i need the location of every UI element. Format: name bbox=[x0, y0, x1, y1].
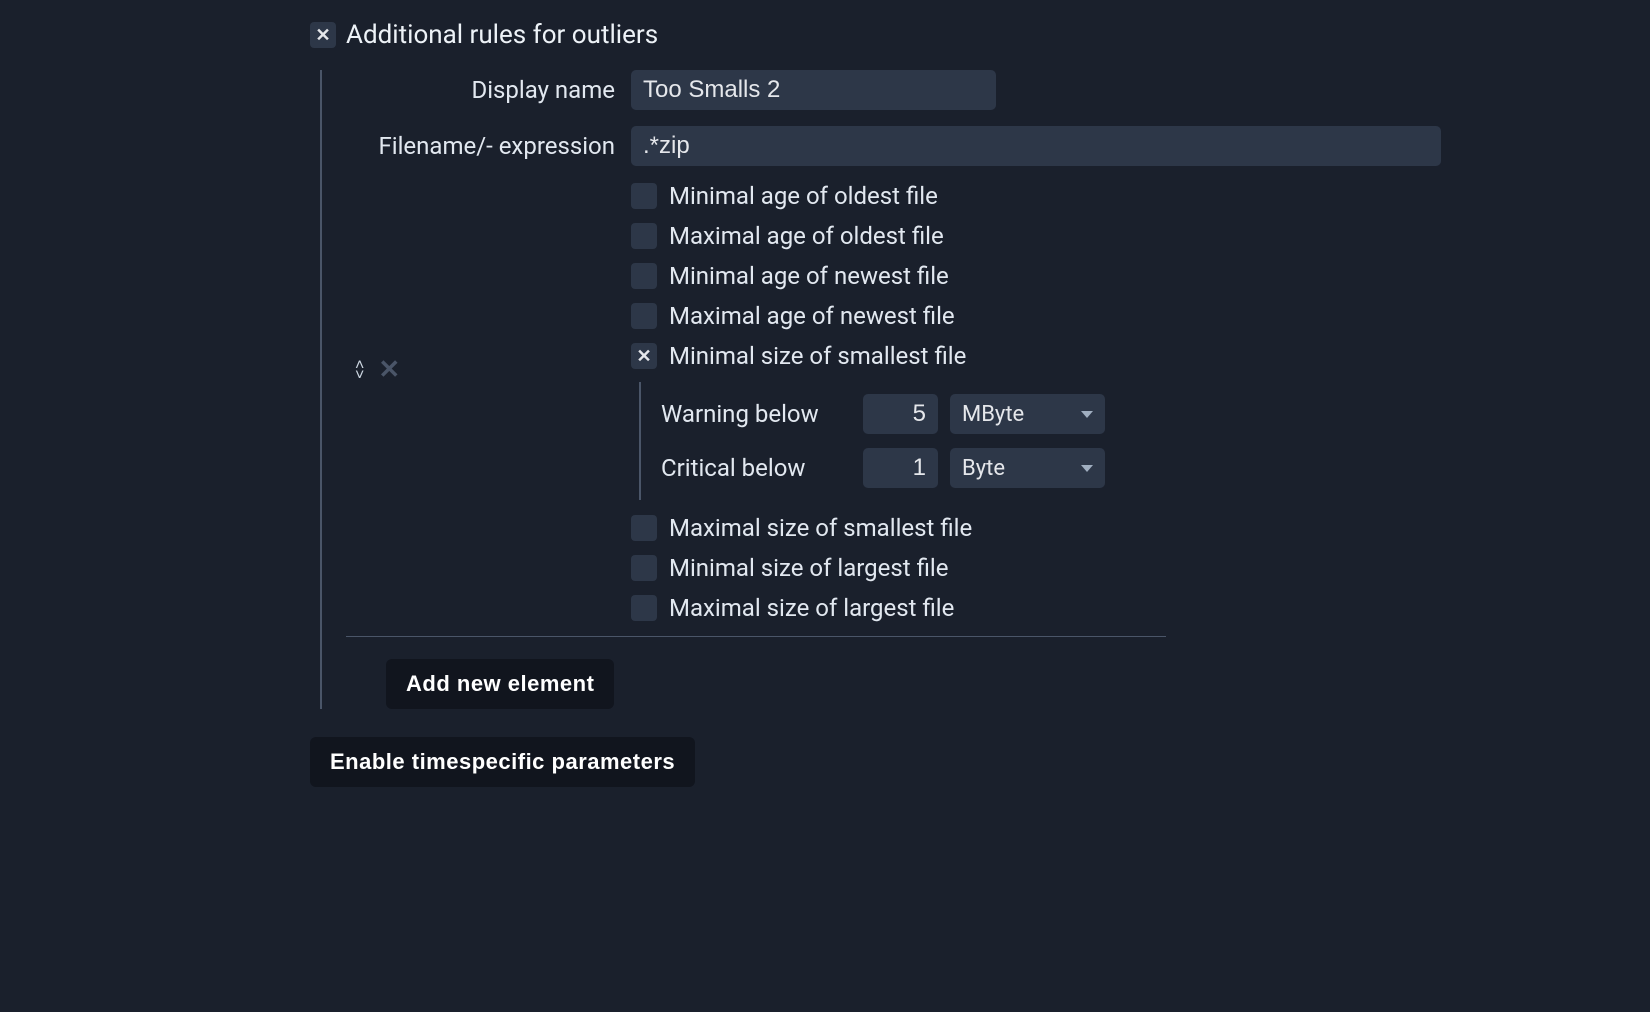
min-size-largest-label: Minimal size of largest file bbox=[669, 554, 948, 582]
chevron-down-icon bbox=[1081, 465, 1093, 472]
min-age-newest-label: Minimal age of newest file bbox=[669, 262, 949, 290]
max-size-largest-checkbox[interactable] bbox=[631, 595, 657, 621]
min-age-oldest-label: Minimal age of oldest file bbox=[669, 182, 938, 210]
max-age-oldest-checkbox[interactable] bbox=[631, 223, 657, 249]
warning-below-unit-value: MByte bbox=[962, 402, 1024, 427]
min-size-smallest-label: Minimal size of smallest file bbox=[669, 342, 966, 370]
chevron-down-icon: ˅ bbox=[355, 370, 364, 380]
warning-below-label: Warning below bbox=[661, 400, 851, 428]
critical-below-unit-value: Byte bbox=[962, 456, 1005, 481]
max-age-newest-checkbox[interactable] bbox=[631, 303, 657, 329]
critical-below-label: Critical below bbox=[661, 454, 851, 482]
min-age-newest-checkbox[interactable] bbox=[631, 263, 657, 289]
max-size-smallest-label: Maximal size of smallest file bbox=[669, 514, 972, 542]
display-name-label: Display name bbox=[346, 76, 631, 104]
min-size-smallest-checkbox[interactable] bbox=[631, 343, 657, 369]
max-size-largest-label: Maximal size of largest file bbox=[669, 594, 954, 622]
max-age-newest-label: Maximal age of newest file bbox=[669, 302, 955, 330]
section-title: Additional rules for outliers bbox=[346, 20, 658, 50]
warning-below-input[interactable] bbox=[863, 394, 938, 434]
section-toggle[interactable] bbox=[310, 22, 336, 48]
max-age-oldest-label: Maximal age of oldest file bbox=[669, 222, 944, 250]
add-new-element-button[interactable]: Add new element bbox=[386, 659, 614, 709]
filename-expr-label: Filename/- expression bbox=[346, 132, 631, 160]
min-size-largest-checkbox[interactable] bbox=[631, 555, 657, 581]
reorder-handle[interactable]: ˄ ˅ bbox=[355, 360, 364, 380]
remove-element-button[interactable]: ✕ bbox=[378, 355, 400, 385]
critical-below-input[interactable] bbox=[863, 448, 938, 488]
warning-below-unit-select[interactable]: MByte bbox=[950, 394, 1105, 434]
display-name-input[interactable] bbox=[631, 70, 996, 110]
min-age-oldest-checkbox[interactable] bbox=[631, 183, 657, 209]
filename-expr-input[interactable] bbox=[631, 126, 1441, 166]
chevron-down-icon bbox=[1081, 411, 1093, 418]
critical-below-unit-select[interactable]: Byte bbox=[950, 448, 1105, 488]
max-size-smallest-checkbox[interactable] bbox=[631, 515, 657, 541]
enable-timespecific-button[interactable]: Enable timespecific parameters bbox=[310, 737, 695, 787]
divider bbox=[346, 636, 1166, 637]
